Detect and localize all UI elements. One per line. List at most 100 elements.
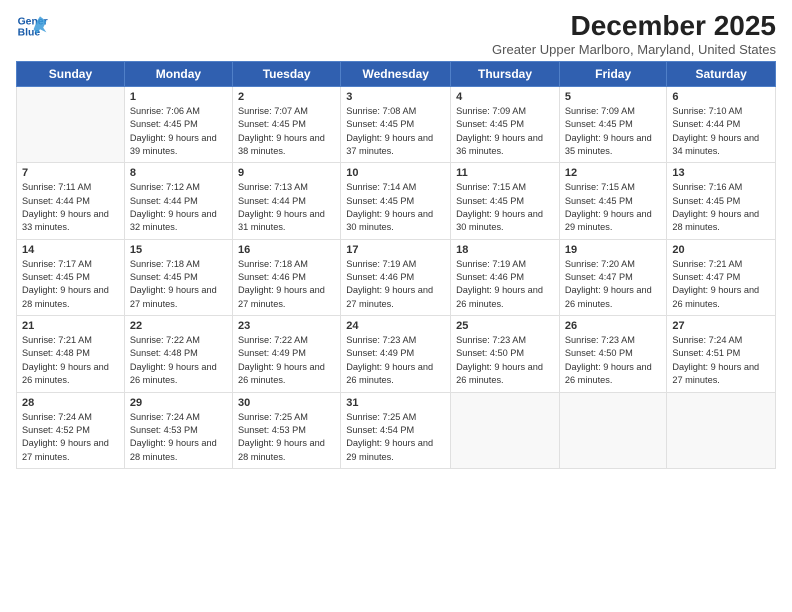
calendar-cell: 31 Sunrise: 7:25 AMSunset: 4:54 PMDayligh… [341, 392, 451, 468]
day-info: Sunrise: 7:18 AMSunset: 4:45 PMDaylight:… [130, 258, 227, 311]
day-number: 31 [346, 397, 445, 409]
day-info: Sunrise: 7:17 AMSunset: 4:45 PMDaylight:… [22, 258, 119, 311]
header-monday: Monday [124, 62, 232, 87]
day-number: 18 [456, 244, 554, 256]
day-number: 7 [22, 167, 119, 179]
calendar-cell: 21Sunrise: 7:21 AMSunset: 4:48 PMDayligh… [17, 316, 125, 392]
day-number: 25 [456, 320, 554, 332]
calendar-cell: 27 Sunrise: 7:24 AMSunset: 4:51 PMDayligh… [667, 316, 776, 392]
day-number: 9 [238, 167, 335, 179]
day-number: 3 [346, 91, 445, 103]
calendar-cell: 14 Sunrise: 7:17 AMSunset: 4:45 PMDayligh… [17, 239, 125, 315]
day-number: 20 [672, 244, 770, 256]
calendar-cell [667, 392, 776, 468]
day-info: Sunrise: 7:21 AMSunset: 4:47 PMDaylight:… [672, 258, 770, 311]
day-number: 14 [22, 244, 119, 256]
calendar-header: Sunday Monday Tuesday Wednesday Thursday… [17, 62, 776, 87]
day-number: 22 [130, 320, 227, 332]
calendar-cell: 23 Sunrise: 7:22 AMSunset: 4:49 PMDayligh… [232, 316, 340, 392]
day-info: Sunrise: 7:19 AMSunset: 4:46 PMDaylight:… [456, 258, 554, 311]
day-number: 2 [238, 91, 335, 103]
day-number: 29 [130, 397, 227, 409]
day-number: 24 [346, 320, 445, 332]
calendar-cell: 29Sunrise: 7:24 AMSunset: 4:53 PMDayligh… [124, 392, 232, 468]
title-area: December 2025 Greater Upper Marlboro, Ma… [492, 10, 776, 57]
calendar-cell: 13 Sunrise: 7:16 AMSunset: 4:45 PMDayligh… [667, 163, 776, 239]
header-wednesday: Wednesday [341, 62, 451, 87]
calendar-cell: 3 Sunrise: 7:08 AMSunset: 4:45 PMDaylight… [341, 87, 451, 163]
header-thursday: Thursday [451, 62, 560, 87]
header-sunday: Sunday [17, 62, 125, 87]
calendar-cell: 12Sunrise: 7:15 AMSunset: 4:45 PMDayligh… [559, 163, 666, 239]
calendar-cell: 22 Sunrise: 7:22 AMSunset: 4:48 PMDayligh… [124, 316, 232, 392]
day-info: Sunrise: 7:25 AMSunset: 4:53 PMDaylight:… [238, 411, 335, 464]
day-info: Sunrise: 7:18 AMSunset: 4:46 PMDaylight:… [238, 258, 335, 311]
day-info: Sunrise: 7:25 AMSunset: 4:54 PMDaylight:… [346, 411, 445, 464]
calendar-body: 1Sunrise: 7:06 AMSunset: 4:45 PMDaylight… [17, 87, 776, 469]
day-info: Sunrise: 7:09 AMSunset: 4:45 PMDaylight:… [565, 105, 661, 158]
day-number: 27 [672, 320, 770, 332]
day-info: Sunrise: 7:06 AMSunset: 4:45 PMDaylight:… [130, 105, 227, 158]
calendar-cell: 17 Sunrise: 7:19 AMSunset: 4:46 PMDayligh… [341, 239, 451, 315]
day-info: Sunrise: 7:07 AMSunset: 4:45 PMDaylight:… [238, 105, 335, 158]
calendar-cell: 15Sunrise: 7:18 AMSunset: 4:45 PMDayligh… [124, 239, 232, 315]
day-number: 23 [238, 320, 335, 332]
calendar-cell [17, 87, 125, 163]
day-info: Sunrise: 7:15 AMSunset: 4:45 PMDaylight:… [456, 181, 554, 234]
day-number: 30 [238, 397, 335, 409]
day-info: Sunrise: 7:23 AMSunset: 4:50 PMDaylight:… [565, 334, 661, 387]
page: General Blue December 2025 Greater Upper… [0, 0, 792, 612]
calendar-cell: 9 Sunrise: 7:13 AMSunset: 4:44 PMDaylight… [232, 163, 340, 239]
weekday-row: Sunday Monday Tuesday Wednesday Thursday… [17, 62, 776, 87]
calendar-week-2: 14 Sunrise: 7:17 AMSunset: 4:45 PMDayligh… [17, 239, 776, 315]
day-info: Sunrise: 7:21 AMSunset: 4:48 PMDaylight:… [22, 334, 119, 387]
header: General Blue December 2025 Greater Upper… [16, 10, 776, 57]
calendar-cell: 30 Sunrise: 7:25 AMSunset: 4:53 PMDayligh… [232, 392, 340, 468]
calendar-cell: 20 Sunrise: 7:21 AMSunset: 4:47 PMDayligh… [667, 239, 776, 315]
day-info: Sunrise: 7:19 AMSunset: 4:46 PMDaylight:… [346, 258, 445, 311]
calendar-cell: 25 Sunrise: 7:23 AMSunset: 4:50 PMDayligh… [451, 316, 560, 392]
day-number: 4 [456, 91, 554, 103]
day-info: Sunrise: 7:08 AMSunset: 4:45 PMDaylight:… [346, 105, 445, 158]
day-info: Sunrise: 7:23 AMSunset: 4:49 PMDaylight:… [346, 334, 445, 387]
calendar-cell: 24 Sunrise: 7:23 AMSunset: 4:49 PMDayligh… [341, 316, 451, 392]
calendar-week-3: 21Sunrise: 7:21 AMSunset: 4:48 PMDayligh… [17, 316, 776, 392]
day-number: 5 [565, 91, 661, 103]
calendar-cell [451, 392, 560, 468]
main-title: December 2025 [492, 10, 776, 42]
calendar-cell: 8Sunrise: 7:12 AMSunset: 4:44 PMDaylight… [124, 163, 232, 239]
day-info: Sunrise: 7:12 AMSunset: 4:44 PMDaylight:… [130, 181, 227, 234]
header-saturday: Saturday [667, 62, 776, 87]
day-info: Sunrise: 7:15 AMSunset: 4:45 PMDaylight:… [565, 181, 661, 234]
calendar-cell: 28Sunrise: 7:24 AMSunset: 4:52 PMDayligh… [17, 392, 125, 468]
day-info: Sunrise: 7:16 AMSunset: 4:45 PMDaylight:… [672, 181, 770, 234]
day-info: Sunrise: 7:13 AMSunset: 4:44 PMDaylight:… [238, 181, 335, 234]
logo-icon: General Blue [16, 10, 48, 42]
day-info: Sunrise: 7:11 AMSunset: 4:44 PMDaylight:… [22, 181, 119, 234]
day-info: Sunrise: 7:22 AMSunset: 4:48 PMDaylight:… [130, 334, 227, 387]
day-info: Sunrise: 7:22 AMSunset: 4:49 PMDaylight:… [238, 334, 335, 387]
calendar-cell: 7 Sunrise: 7:11 AMSunset: 4:44 PMDaylight… [17, 163, 125, 239]
day-info: Sunrise: 7:20 AMSunset: 4:47 PMDaylight:… [565, 258, 661, 311]
calendar-cell: 18 Sunrise: 7:19 AMSunset: 4:46 PMDayligh… [451, 239, 560, 315]
day-number: 13 [672, 167, 770, 179]
calendar-cell: 2 Sunrise: 7:07 AMSunset: 4:45 PMDaylight… [232, 87, 340, 163]
calendar-week-4: 28Sunrise: 7:24 AMSunset: 4:52 PMDayligh… [17, 392, 776, 468]
calendar-table: Sunday Monday Tuesday Wednesday Thursday… [16, 61, 776, 469]
day-number: 17 [346, 244, 445, 256]
day-number: 6 [672, 91, 770, 103]
day-number: 16 [238, 244, 335, 256]
day-number: 10 [346, 167, 445, 179]
day-number: 19 [565, 244, 661, 256]
day-number: 28 [22, 397, 119, 409]
calendar-week-0: 1Sunrise: 7:06 AMSunset: 4:45 PMDaylight… [17, 87, 776, 163]
subtitle: Greater Upper Marlboro, Maryland, United… [492, 42, 776, 57]
calendar-cell: 6 Sunrise: 7:10 AMSunset: 4:44 PMDaylight… [667, 87, 776, 163]
day-info: Sunrise: 7:10 AMSunset: 4:44 PMDaylight:… [672, 105, 770, 158]
calendar-cell: 5 Sunrise: 7:09 AMSunset: 4:45 PMDaylight… [559, 87, 666, 163]
day-info: Sunrise: 7:23 AMSunset: 4:50 PMDaylight:… [456, 334, 554, 387]
calendar-cell [559, 392, 666, 468]
day-number: 11 [456, 167, 554, 179]
day-info: Sunrise: 7:24 AMSunset: 4:51 PMDaylight:… [672, 334, 770, 387]
calendar-cell: 4Sunrise: 7:09 AMSunset: 4:45 PMDaylight… [451, 87, 560, 163]
